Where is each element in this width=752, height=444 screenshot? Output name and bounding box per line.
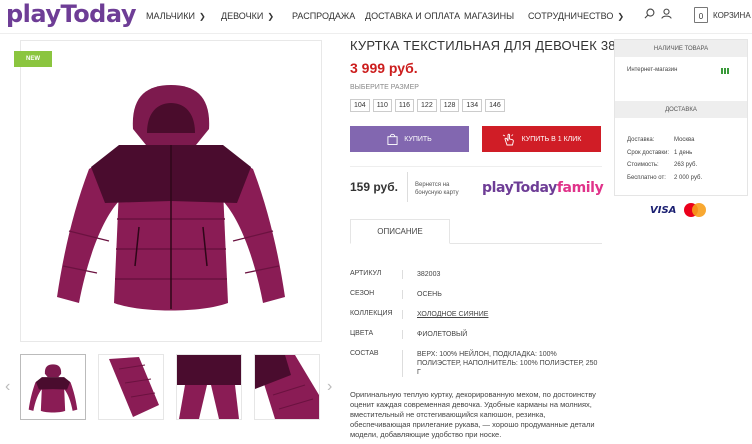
tab-description[interactable]: ОПИСАНИЕ — [350, 219, 450, 244]
nav-label: ДЕВОЧКИ — [221, 11, 264, 21]
product-description: Оригинальную теплую куртку, декорированн… — [350, 390, 596, 439]
delivery-value: 263 руб. — [674, 162, 698, 168]
new-badge: NEW — [14, 51, 52, 67]
shopping-bag-icon — [387, 133, 398, 145]
nav-item-sale[interactable]: РАСПРОДАЖА — [292, 11, 365, 21]
buy-button[interactable]: КУПИТЬ — [350, 126, 469, 152]
playtoday-family-logo[interactable]: playTodayfamily — [482, 180, 604, 196]
spec-value: ОСЕНЬ — [402, 290, 602, 299]
spec-row: ЦВЕТА ФИОЛЕТОВЫЙ — [350, 330, 610, 350]
size-option[interactable]: 128 — [439, 99, 460, 112]
stock-level-icon — [721, 68, 729, 74]
spec-key: АРТИКУЛ — [350, 270, 382, 277]
search-icon[interactable] — [644, 8, 655, 19]
thumbnail-strip — [20, 354, 320, 420]
divider — [407, 172, 408, 202]
size-label: ВЫБЕРИТЕ РАЗМЕР — [350, 84, 419, 91]
user-icon[interactable] — [661, 8, 672, 19]
size-option[interactable]: 104 — [350, 99, 370, 112]
cart-label: КОРЗИНА — [713, 10, 751, 20]
delivery-info: Доставка: Москва Срок доставки: 1 день Сто… — [627, 137, 702, 187]
one-click-button[interactable]: КУПИТЬ В 1 КЛИК — [482, 126, 601, 152]
site-header: playToday МАЛЬЧИКИ ❯ ДЕВОЧКИ ❯ РАСПРОДАЖА … — [0, 0, 752, 34]
thumbnail-4[interactable] — [254, 354, 320, 420]
availability-panel: НАЛИЧИЕ ТОВАРА Интернет-магазин ДОСТАВКА… — [614, 39, 748, 196]
delivery-key: Доставка: — [627, 137, 655, 143]
nav-item-boys[interactable]: МАЛЬЧИКИ ❯ — [146, 11, 221, 21]
spec-value: ВЕРХ: 100% НЕЙЛОН, ПОДКЛАДКА: 100% ПОЛИЭ… — [402, 350, 602, 377]
nav-label: МАГАЗИНЫ — [464, 11, 515, 21]
gallery-prev-arrow[interactable]: ‹ — [5, 378, 10, 396]
size-option[interactable]: 134 — [462, 99, 483, 112]
spec-row: СЕЗОН ОСЕНЬ — [350, 290, 610, 310]
visa-logo: VISA — [650, 204, 677, 216]
delivery-title: ДОСТАВКА — [615, 101, 747, 118]
buy-button-label: КУПИТЬ — [404, 135, 432, 143]
family-logo-main: playToday — [482, 180, 557, 196]
nav-label: ДОСТАВКА И ОПЛАТА — [365, 11, 461, 21]
size-option[interactable]: 122 — [417, 99, 437, 112]
spec-key: КОЛЛЕКЦИЯ — [350, 310, 393, 317]
size-option[interactable]: 146 — [485, 99, 505, 112]
size-option[interactable]: 110 — [372, 99, 392, 112]
chevron-down-icon: ❯ — [199, 11, 206, 21]
availability-title: НАЛИЧИЕ ТОВАРА — [615, 40, 747, 57]
size-selector: 104 110 116 122 128 134 146 — [350, 99, 505, 112]
delivery-row: Срок доставки: 1 день — [627, 150, 702, 163]
spec-key: СОСТАВ — [350, 350, 379, 357]
size-option[interactable]: 116 — [394, 99, 415, 112]
store-label: Интернет-магазин — [627, 67, 678, 73]
delivery-row: Стоимость: 263 руб. — [627, 162, 702, 175]
product-main-image[interactable] — [20, 40, 322, 342]
chevron-down-icon: ❯ — [617, 11, 625, 21]
chevron-down-icon: ❯ — [267, 11, 275, 21]
product-price: 3 999 руб. — [350, 60, 418, 76]
payment-methods: VISA — [650, 203, 707, 217]
spec-row: СОСТАВ ВЕРХ: 100% НЕЙЛОН, ПОДКЛАДКА: 100… — [350, 350, 610, 378]
mastercard-logo — [684, 203, 707, 217]
nav-item-girls[interactable]: ДЕВОЧКИ ❯ — [221, 11, 292, 21]
gallery-next-arrow[interactable]: › — [327, 378, 332, 396]
one-click-button-label: КУПИТЬ В 1 КЛИК — [521, 135, 582, 143]
nav-item-delivery[interactable]: ДОСТАВКА И ОПЛАТА — [365, 11, 464, 21]
family-logo-accent: family — [556, 180, 604, 196]
main-nav: МАЛЬЧИКИ ❯ ДЕВОЧКИ ❯ РАСПРОДАЖА ДОСТАВКА И… — [146, 11, 624, 21]
delivery-row: Доставка: Москва — [627, 137, 702, 150]
product-title: КУРТКА ТЕКСТИЛЬНАЯ ДЛЯ ДЕВОЧЕК 382003 — [350, 38, 646, 53]
thumbnail-1[interactable] — [20, 354, 86, 420]
site-logo[interactable]: playToday — [6, 0, 136, 28]
delivery-key: Бесплатно от: — [627, 174, 666, 181]
spec-value: ФИОЛЕТОВЫЙ — [402, 330, 602, 339]
delivery-value: 1 день — [674, 149, 693, 156]
product-specs: АРТИКУЛ 382003 СЕЗОН ОСЕНЬ КОЛЛЕКЦИЯ ХОЛ… — [350, 270, 610, 378]
spec-key: СЕЗОН — [350, 290, 375, 297]
thumbnail-2[interactable] — [98, 354, 164, 420]
header-icons — [644, 8, 672, 19]
divider — [350, 166, 602, 167]
delivery-value: Москва — [674, 137, 695, 143]
nav-item-cooperation[interactable]: СОТРУДНИЧЕСТВО ❯ — [528, 11, 624, 21]
spec-key: ЦВЕТА — [350, 330, 374, 337]
cart-count: 0 — [694, 7, 708, 23]
bonus-amount: 159 руб. — [350, 180, 398, 194]
delivery-value: 2 000 руб. — [674, 174, 703, 181]
spec-value: 382003 — [402, 270, 602, 279]
nav-item-stores[interactable]: МАГАЗИНЫ — [464, 11, 528, 21]
delivery-key: Стоимость: — [627, 162, 659, 168]
jacket-image — [57, 85, 285, 311]
delivery-row: Бесплатно от: 2 000 руб. — [627, 175, 702, 188]
nav-label: РАСПРОДАЖА — [292, 11, 356, 21]
thumbnail-3[interactable] — [176, 354, 242, 420]
nav-label: МАЛЬЧИКИ — [146, 11, 195, 21]
bonus-text: Вернется на бонусную карту — [415, 182, 459, 196]
delivery-key: Срок доставки: — [627, 149, 669, 156]
collection-link[interactable]: ХОЛОДНОЕ СИЯНИЕ — [402, 310, 602, 319]
hand-click-icon — [502, 133, 514, 145]
spec-row: АРТИКУЛ 382003 — [350, 270, 610, 290]
cart-button[interactable]: 0 КОРЗИНА — [694, 7, 751, 23]
spec-row: КОЛЛЕКЦИЯ ХОЛОДНОЕ СИЯНИЕ — [350, 310, 610, 330]
nav-label: СОТРУДНИЧЕСТВО — [528, 11, 614, 21]
